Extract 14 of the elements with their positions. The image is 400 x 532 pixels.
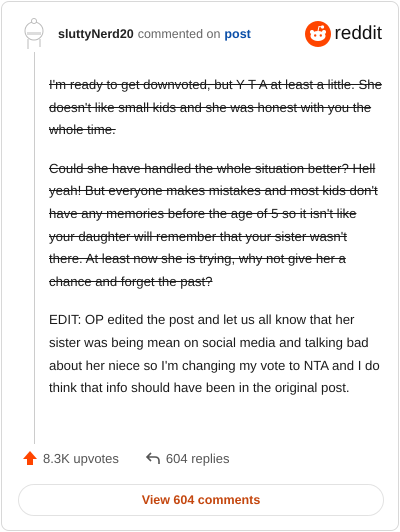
comment-paragraph: EDIT: OP edited the post and let us all know that her sister was being mean on social media and talking bad about her niece so I'm changing my vote to NTA and I do think that info should have been in the original post.: [49, 311, 381, 398]
reply-arrow-icon[interactable]: [144, 451, 161, 465]
upvote-arrow-icon[interactable]: [22, 450, 38, 466]
comment-paragraph: I'm ready to get downvoted, but Y T A at least a little. She doesn't like small kids and she was honest with you the whole time.: [49, 76, 382, 140]
post-link[interactable]: post: [224, 27, 251, 41]
avatar-icon: [22, 17, 46, 51]
reddit-logo-icon: [305, 21, 332, 47]
view-comments-button[interactable]: View 604 comments: [18, 484, 384, 516]
upvote-count: 8.3K upvotes: [43, 450, 119, 466]
reply-count: 604 replies: [166, 450, 230, 466]
username[interactable]: sluttyNerd20: [58, 27, 134, 41]
action-text: commented on: [138, 27, 220, 41]
brand-name: reddit: [334, 23, 382, 45]
comment-paragraph: Could she have handled the whole situation better? Hell yeah! But everyone makes mistakes and most kids don't have any memories before the age of 5 so it isn't like your daughter will remember that your sister wasn't there. At least now she is trying, why not give her a chance and forget the past?: [49, 160, 379, 291]
